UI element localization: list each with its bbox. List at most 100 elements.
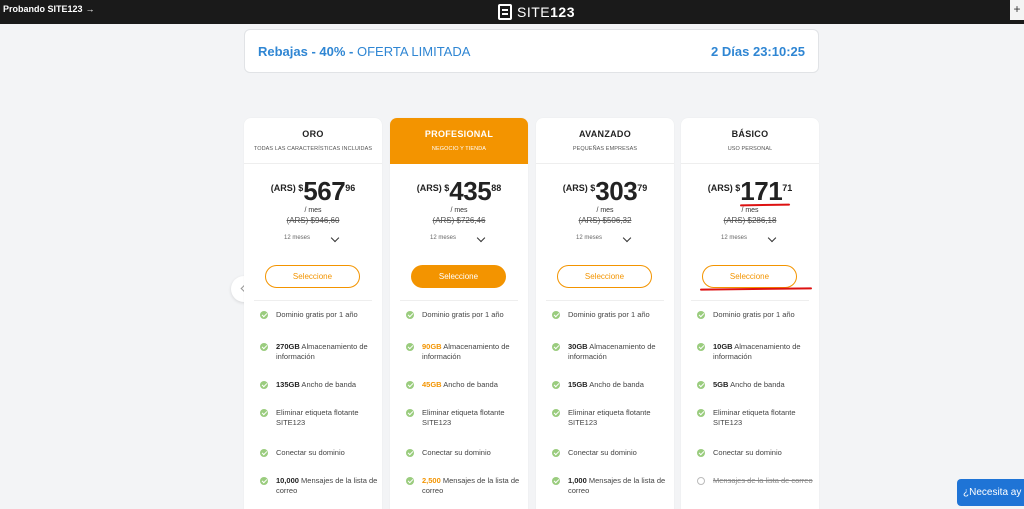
check-icon bbox=[552, 477, 560, 485]
divider bbox=[691, 300, 809, 301]
select-plan-button[interactable]: Seleccione bbox=[702, 265, 797, 288]
logo-text-light: SITE bbox=[517, 4, 551, 20]
logo-mark-icon bbox=[498, 4, 512, 20]
feature-value: 10,000 bbox=[276, 476, 299, 485]
trial-label: Probando SITE123 bbox=[3, 4, 83, 14]
plan-header: ORO TODAS LAS CARACTERÍSTICAS INCLUIDAS bbox=[244, 118, 382, 164]
feature-text: Dominio gratis por 1 año bbox=[422, 310, 504, 319]
check-icon bbox=[697, 449, 705, 457]
feature-value: 270GB bbox=[276, 342, 300, 351]
divider bbox=[254, 300, 372, 301]
divider bbox=[546, 300, 664, 301]
check-icon bbox=[552, 343, 560, 351]
promo-label: Rebajas - 40% - OFERTA LIMITADA bbox=[258, 44, 470, 59]
billing-period-select[interactable]: 12 meses bbox=[284, 235, 310, 241]
plan-card-avanzado: AVANZADO PEQUEÑAS EMPRESAS (ARS) $30379/ m… bbox=[536, 118, 674, 509]
check-icon bbox=[697, 409, 705, 417]
plan-card-basico: BÁSICO USO PERSONAL (ARS) $17171/ mes (ARS)… bbox=[681, 118, 819, 509]
select-plan-button[interactable]: Seleccione bbox=[557, 265, 652, 288]
logo-text-bold: 123 bbox=[550, 4, 575, 20]
divider bbox=[400, 300, 518, 301]
select-plan-button[interactable]: Seleccione bbox=[411, 265, 506, 288]
check-icon bbox=[552, 409, 560, 417]
price-decimals: 79 bbox=[637, 183, 648, 193]
check-icon bbox=[406, 449, 414, 457]
promo-banner: Rebajas - 40% - OFERTA LIMITADA 2 Días 2… bbox=[244, 29, 819, 73]
top-bar: Probando SITE123 → SITE123 + bbox=[0, 0, 1024, 24]
circle-icon bbox=[697, 477, 705, 485]
feature-text: Dominio gratis por 1 año bbox=[713, 310, 795, 319]
feature-text: Conectar su dominio bbox=[568, 448, 637, 457]
promo-countdown: 2 Días 23:10:25 bbox=[711, 44, 805, 59]
plan-card-profesional: PROFESIONAL NEGOCIO Y TIENDA (ARS) $43588/… bbox=[390, 118, 528, 509]
plan-header: PROFESIONAL NEGOCIO Y TIENDA bbox=[390, 118, 528, 164]
site123-logo: SITE123 bbox=[498, 2, 575, 22]
feature-value: 90GB bbox=[422, 342, 442, 351]
check-icon bbox=[406, 477, 414, 485]
feature-text: Conectar su dominio bbox=[422, 448, 491, 457]
price-decimals: 71 bbox=[782, 183, 793, 193]
check-icon bbox=[406, 409, 414, 417]
check-icon bbox=[260, 343, 268, 351]
chevron-down-icon[interactable] bbox=[476, 233, 486, 243]
feature-value: 2,500 bbox=[422, 476, 441, 485]
price-decimals: 96 bbox=[345, 183, 356, 193]
trial-link[interactable]: Probando SITE123 → bbox=[3, 4, 95, 14]
plan-name: AVANZADO bbox=[578, 129, 632, 139]
price-per-month: / mes bbox=[596, 207, 614, 214]
price-integer: 303 bbox=[595, 176, 638, 206]
feature-text: Eliminar etiqueta flotante SITE123 bbox=[713, 408, 796, 427]
plan-price: (ARS) $17171 bbox=[681, 176, 819, 207]
feature-text: Ancho de banda bbox=[587, 380, 644, 389]
price-currency: (ARS) $ bbox=[416, 183, 450, 193]
price-per-month: / mes bbox=[304, 207, 322, 214]
billing-period-select[interactable]: 12 meses bbox=[576, 235, 602, 241]
select-plan-button[interactable]: Seleccione bbox=[265, 265, 360, 288]
billing-period-select[interactable]: 12 meses bbox=[721, 235, 747, 241]
check-icon bbox=[260, 409, 268, 417]
price-integer: 435 bbox=[449, 176, 492, 206]
feature-text: Ancho de banda bbox=[728, 380, 785, 389]
feature-text: Ancho de banda bbox=[441, 380, 498, 389]
check-icon bbox=[260, 449, 268, 457]
feature-text: Eliminar etiqueta flotante SITE123 bbox=[276, 408, 359, 427]
plan-subtitle: USO PERSONAL bbox=[727, 146, 773, 152]
plan-name: ORO bbox=[302, 129, 324, 139]
plan-subtitle: TODAS LAS CARACTERÍSTICAS INCLUIDAS bbox=[253, 146, 373, 152]
check-icon bbox=[406, 381, 414, 389]
plus-button[interactable]: + bbox=[1010, 0, 1024, 20]
help-chat-button[interactable]: ¿Necesita ay bbox=[957, 479, 1024, 506]
feature-value: 30GB bbox=[568, 342, 588, 351]
plan-card-oro: ORO TODAS LAS CARACTERÍSTICAS INCLUIDAS (A… bbox=[244, 118, 382, 509]
arrow-right-icon: → bbox=[85, 4, 95, 14]
plan-header: BÁSICO USO PERSONAL bbox=[681, 118, 819, 164]
price-integer: 567 bbox=[303, 176, 346, 206]
billing-period-select[interactable]: 12 meses bbox=[430, 235, 456, 241]
feature-value: 10GB bbox=[713, 342, 733, 351]
price-decimals: 88 bbox=[491, 183, 502, 193]
feature-value: 45GB bbox=[422, 380, 442, 389]
plan-name: PROFESIONAL bbox=[424, 129, 494, 139]
check-icon bbox=[552, 381, 560, 389]
old-price: (ARS) $286,18 bbox=[723, 216, 777, 225]
promo-label-a: Rebajas - bbox=[258, 44, 320, 59]
feature-text: Dominio gratis por 1 año bbox=[276, 310, 358, 319]
feature-text: Conectar su dominio bbox=[276, 448, 345, 457]
check-icon bbox=[260, 477, 268, 485]
check-icon bbox=[697, 343, 705, 351]
feature-text: Eliminar etiqueta flotante SITE123 bbox=[422, 408, 505, 427]
feature-value: 135GB bbox=[276, 380, 300, 389]
plan-price: (ARS) $43588 bbox=[390, 176, 528, 207]
old-price: (ARS) $946,60 bbox=[286, 216, 340, 225]
chevron-down-icon[interactable] bbox=[767, 233, 777, 243]
check-icon bbox=[697, 311, 705, 319]
check-icon bbox=[552, 311, 560, 319]
check-icon bbox=[406, 343, 414, 351]
feature-value: 15GB bbox=[568, 380, 588, 389]
price-per-month: / mes bbox=[741, 207, 759, 214]
chevron-down-icon[interactable] bbox=[622, 233, 632, 243]
feature-text: Ancho de banda bbox=[299, 380, 357, 389]
chevron-down-icon[interactable] bbox=[330, 233, 340, 243]
feature-text: Eliminar etiqueta flotante SITE123 bbox=[568, 408, 651, 427]
promo-percent: 40% - bbox=[319, 44, 357, 59]
